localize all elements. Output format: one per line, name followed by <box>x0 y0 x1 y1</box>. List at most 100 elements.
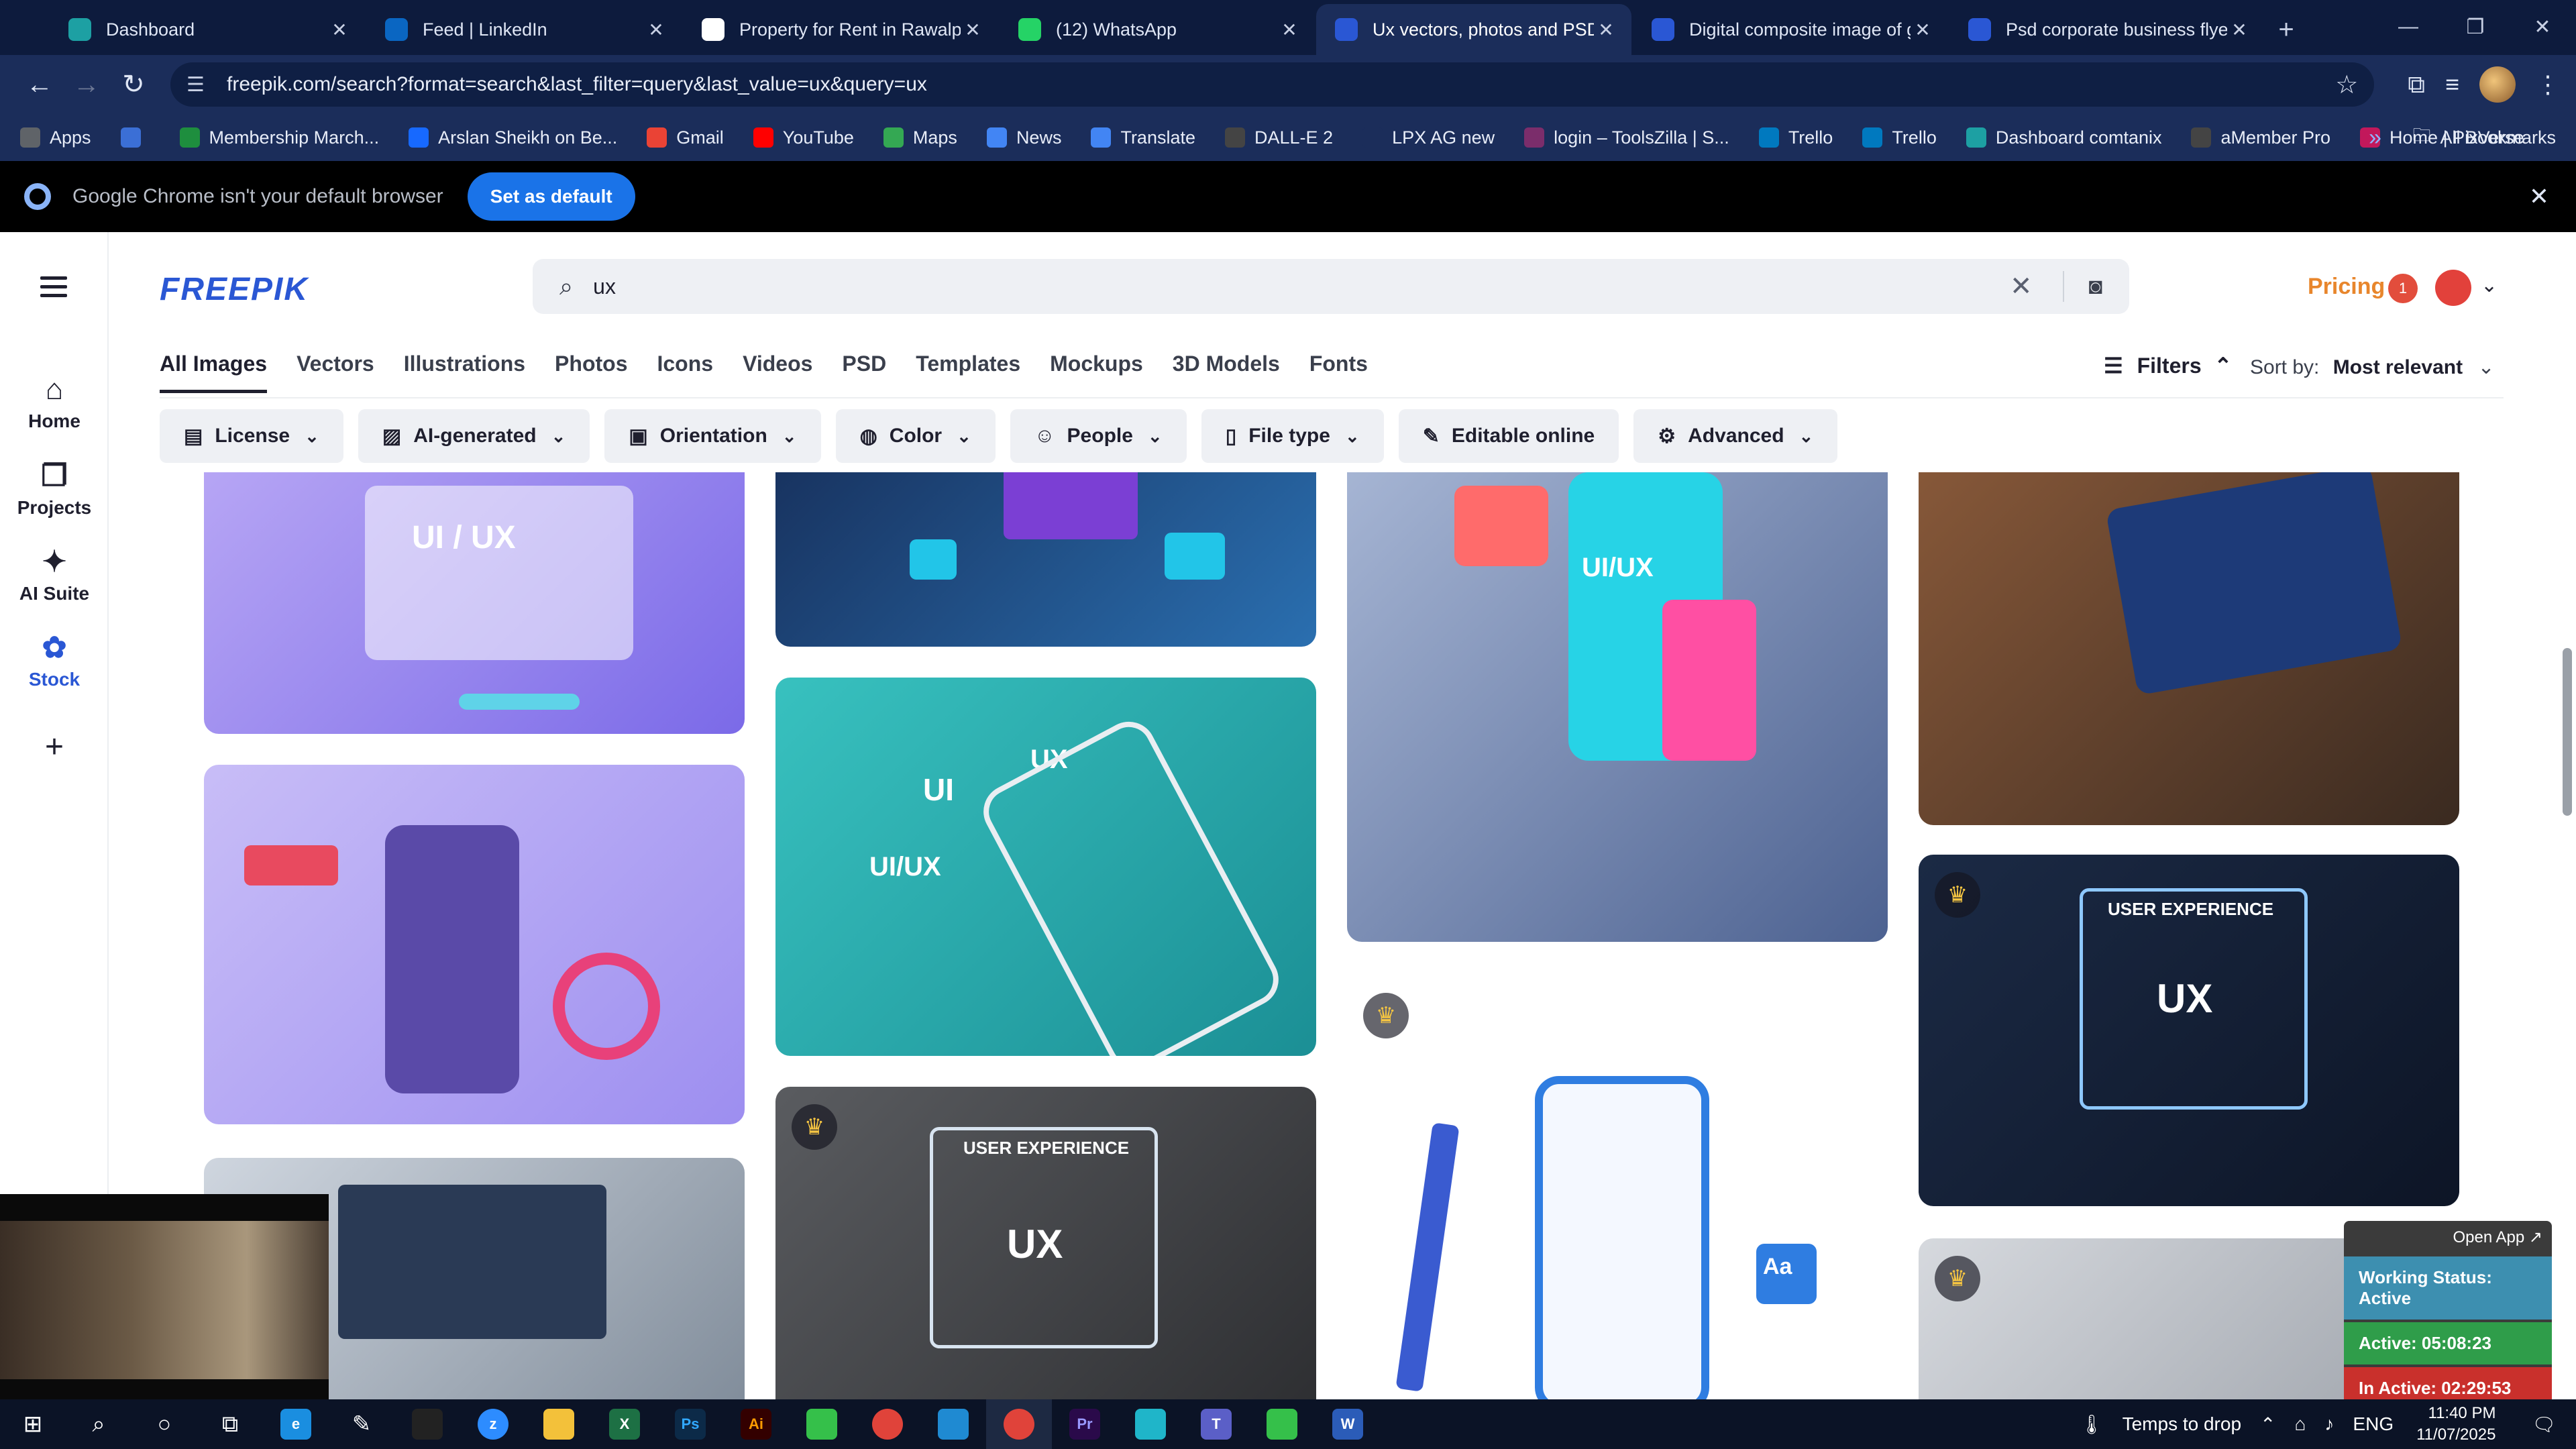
app-icon[interactable] <box>1118 1399 1183 1449</box>
filter-chip[interactable]: ⚙ Advanced ⌄ <box>1633 409 1838 463</box>
image-card[interactable]: ♛ Aa <box>1347 975 1888 1399</box>
menu-kebab-icon[interactable]: ⋮ <box>2536 70 2560 99</box>
zoom-icon[interactable]: z <box>460 1399 526 1449</box>
phone-app-icon[interactable] <box>789 1399 855 1449</box>
browser-tab[interactable]: Dashboard ✕ <box>50 4 365 55</box>
filter-chip[interactable]: ◍ Color ⌄ <box>835 409 996 463</box>
image-card[interactable]: ♛ USER EXPERIENCE UX <box>1919 855 2459 1206</box>
weather-text[interactable]: Temps to drop <box>2123 1413 2241 1435</box>
freepik-logo[interactable]: FREEPIK <box>160 271 309 308</box>
close-window-button[interactable]: ✕ <box>2509 0 2576 54</box>
open-app-button[interactable]: Open App ↗ <box>2344 1221 2552 1254</box>
filter-chip[interactable]: ▨ AI-generated ⌄ <box>358 409 590 463</box>
category-tab[interactable]: Photos <box>555 352 627 393</box>
bookmark-item[interactable]: DALL-E 2 <box>1225 127 1333 148</box>
premiere-icon[interactable]: Pr <box>1052 1399 1118 1449</box>
new-tab-button[interactable]: + <box>2266 9 2306 50</box>
category-tab[interactable]: Illustrations <box>404 352 525 393</box>
image-card[interactable]: UI / UX <box>204 472 745 734</box>
profile-avatar[interactable] <box>2479 66 2516 103</box>
reload-button[interactable]: ↻ <box>110 61 157 108</box>
bookmark-item[interactable] <box>120 127 150 148</box>
bookmark-item[interactable]: Translate <box>1091 127 1195 148</box>
bookmark-item[interactable]: News <box>986 127 1061 148</box>
notification-badge[interactable]: 1 <box>2388 274 2418 303</box>
bookmark-item[interactable]: Gmail <box>647 127 724 148</box>
image-card[interactable]: ♛ USER EXPERIENCE UX <box>775 1087 1316 1399</box>
vscode-icon[interactable] <box>920 1399 986 1449</box>
more-bookmarks-chevron-icon[interactable]: » <box>2369 114 2381 161</box>
browser-tab[interactable]: Digital composite image of graphic✕ <box>1633 4 1948 55</box>
language-indicator[interactable]: ENG <box>2353 1413 2394 1435</box>
address-bar[interactable]: ☰ freepik.com/search?format=search&last_… <box>170 62 2375 107</box>
sort-dropdown[interactable]: Sort by: Most relevant ⌄ <box>2250 356 2495 379</box>
category-tab[interactable]: Videos <box>743 352 812 393</box>
close-tab-icon[interactable]: ✕ <box>644 19 668 41</box>
category-tab[interactable]: 3D Models <box>1173 352 1280 393</box>
task-view-icon[interactable]: ⧉ <box>197 1399 263 1449</box>
close-tab-icon[interactable]: ✕ <box>327 19 352 41</box>
bookmark-item[interactable]: Maps <box>883 127 957 148</box>
search-input[interactable]: ux <box>593 274 2010 299</box>
back-button[interactable]: ← <box>16 61 63 108</box>
notifications-icon[interactable]: 🗨 <box>2532 1413 2556 1436</box>
category-tab[interactable]: Icons <box>657 352 713 393</box>
bookmark-item[interactable]: LPX AG new <box>1362 127 1495 148</box>
image-card[interactable] <box>775 472 1316 647</box>
network-icon[interactable]: ⌂ <box>2295 1413 2306 1435</box>
category-tab[interactable]: Mockups <box>1050 352 1143 393</box>
maximize-button[interactable]: ❐ <box>2442 0 2509 54</box>
chrome-active-icon[interactable] <box>986 1399 1052 1449</box>
image-card[interactable]: UI UX UI/UX <box>775 678 1316 1056</box>
image-card[interactable]: UI/UX <box>1347 472 1888 942</box>
chrome-icon[interactable] <box>855 1399 920 1449</box>
show-hidden-icons-icon[interactable]: ⌃ <box>2260 1413 2275 1436</box>
image-card[interactable] <box>1919 472 2459 825</box>
illustrator-icon[interactable]: Ai <box>723 1399 789 1449</box>
file-explorer-icon[interactable] <box>526 1399 592 1449</box>
camera-search-icon[interactable]: ◙ <box>2088 274 2102 300</box>
filter-chip[interactable]: ▤ License ⌄ <box>160 409 343 463</box>
browser-tab[interactable]: Psd corporate business flyer design✕ <box>1949 4 2265 55</box>
clear-search-icon[interactable]: ✕ <box>2010 271 2065 302</box>
picture-in-picture-video[interactable] <box>0 1194 329 1405</box>
close-tab-icon[interactable]: ✕ <box>1594 19 1618 41</box>
category-tab[interactable]: Vectors <box>297 352 374 393</box>
volume-icon[interactable]: ♪ <box>2324 1413 2334 1435</box>
forward-button[interactable]: → <box>63 61 110 108</box>
terminal-icon[interactable] <box>394 1399 460 1449</box>
bookmark-item[interactable]: login – ToolsZilla | S... <box>1524 127 1729 148</box>
reading-list-icon[interactable]: ≡ <box>2445 70 2459 99</box>
teams-icon[interactable]: T <box>1183 1399 1249 1449</box>
browser-tab[interactable]: (12) WhatsApp ✕ <box>1000 4 1315 55</box>
bookmark-item[interactable]: Trello <box>1758 127 1833 148</box>
browser-tab[interactable]: Ux vectors, photos and PSD files✕ <box>1316 4 1631 55</box>
filter-chip[interactable]: ▯ File type ⌄ <box>1201 409 1384 463</box>
category-tab[interactable]: All Images <box>160 352 268 393</box>
browser-tab[interactable]: Feed | LinkedIn ✕ <box>366 4 682 55</box>
user-avatar[interactable] <box>2435 270 2471 306</box>
category-tab[interactable]: Templates <box>916 352 1020 393</box>
close-tab-icon[interactable]: ✕ <box>1277 19 1301 41</box>
chevron-down-icon[interactable]: ⌄ <box>2481 274 2498 297</box>
pen-icon[interactable]: ✎ <box>329 1399 394 1449</box>
all-bookmarks[interactable]: 🗀 All Bookmarks <box>2412 114 2556 161</box>
bookmark-item[interactable]: YouTube <box>753 127 854 148</box>
browser-tab[interactable]: Property for Rent in Rawalpindi✕ <box>683 4 998 55</box>
close-tab-icon[interactable]: ✕ <box>2227 19 2251 41</box>
bookmark-item[interactable]: aMember Pro <box>2191 127 2330 148</box>
pricing-link[interactable]: Pricing <box>2308 274 2385 300</box>
word-icon[interactable]: W <box>1315 1399 1381 1449</box>
filter-chip[interactable]: ▣ Orientation ⌄ <box>604 409 821 463</box>
hamburger-menu-icon[interactable] <box>40 276 67 303</box>
bookmark-item[interactable]: Apps <box>20 127 91 148</box>
weather-icon[interactable]: 🌡 <box>2080 1413 2104 1436</box>
page-scrollbar[interactable] <box>2563 648 2572 816</box>
set-as-default-button[interactable]: Set as default <box>467 172 635 221</box>
edge-icon[interactable]: e <box>263 1399 329 1449</box>
category-tab[interactable]: PSD <box>842 352 886 393</box>
image-card[interactable] <box>204 765 745 1124</box>
search-icon[interactable]: ⌕ <box>66 1399 131 1449</box>
bookmark-star-icon[interactable]: ☆ <box>2335 70 2358 100</box>
photoshop-icon[interactable]: Ps <box>657 1399 723 1449</box>
